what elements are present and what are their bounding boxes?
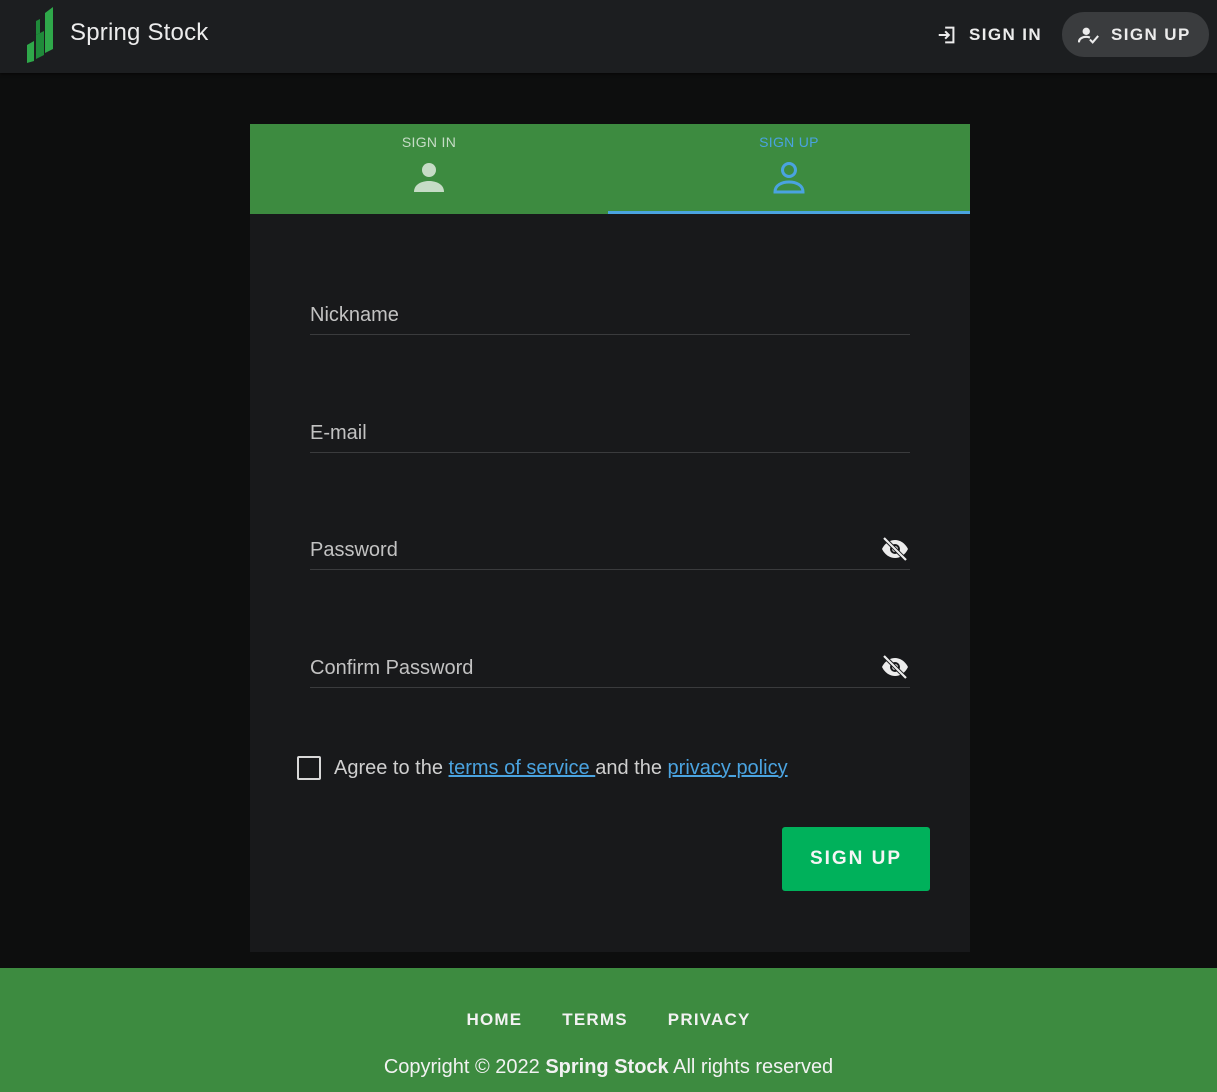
person-outline-icon	[773, 162, 805, 194]
tab-sign-in[interactable]: SIGN IN	[250, 124, 608, 214]
copyright-brand: Spring Stock	[545, 1056, 669, 1078]
active-tab-indicator	[608, 211, 970, 214]
confirm-password-input[interactable]	[310, 644, 870, 686]
eye-off-icon[interactable]	[880, 654, 910, 680]
agree-terms-row: Agree to the terms of service and the pr…	[297, 756, 788, 780]
copyright-prefix: Copyright © 2022	[383, 1056, 546, 1078]
footer-link-home[interactable]: HOME	[466, 1010, 522, 1030]
copyright-suffix: All rights reserved	[668, 1056, 834, 1078]
auth-card: SIGN IN SIGN UP Nickname E-mail Agree to…	[250, 124, 970, 952]
tab-sign-up-label: SIGN UP	[759, 134, 819, 150]
auth-tabs: SIGN IN SIGN UP	[250, 124, 970, 214]
spring-stock-logo-icon[interactable]	[24, 5, 56, 63]
nickname-field	[310, 291, 910, 335]
email-input[interactable]	[310, 409, 870, 451]
footer-links: HOME TERMS PRIVACY	[0, 1010, 1217, 1030]
nickname-input[interactable]	[310, 291, 870, 333]
footer-link-privacy[interactable]: PRIVACY	[668, 1010, 751, 1030]
header-sign-in-button[interactable]: SIGN IN	[930, 12, 1048, 57]
password-input[interactable]	[310, 526, 870, 568]
password-field	[310, 526, 910, 570]
eye-off-icon[interactable]	[880, 536, 910, 562]
top-app-bar: Spring Stock SIGN IN SIGN UP	[0, 0, 1217, 73]
person-filled-icon	[414, 163, 444, 192]
tab-sign-up[interactable]: SIGN UP	[608, 124, 970, 214]
account-check-icon	[1078, 27, 1099, 44]
brand-name[interactable]: Spring Stock	[70, 19, 208, 47]
footer-link-terms[interactable]: TERMS	[562, 1010, 628, 1030]
agree-checkbox[interactable]	[297, 756, 321, 780]
privacy-policy-link[interactable]: privacy policy	[668, 757, 788, 780]
confirm-password-field	[310, 644, 910, 688]
footer: HOME TERMS PRIVACY Copyright © 2022 Spri…	[0, 968, 1217, 1092]
email-field	[310, 409, 910, 453]
agree-prefix-text: Agree to the	[334, 756, 449, 779]
login-icon	[938, 26, 955, 43]
agree-middle-text: and the	[595, 756, 668, 779]
header-sign-up-button[interactable]: SIGN UP	[1062, 12, 1209, 57]
sign-up-submit-button[interactable]: SIGN UP	[782, 827, 930, 891]
header-sign-in-label: SIGN IN	[969, 24, 1043, 44]
tab-sign-in-label: SIGN IN	[401, 134, 457, 150]
header-sign-up-label: SIGN UP	[1111, 24, 1191, 44]
copyright-text: Copyright © 2022 Spring Stock All rights…	[0, 1056, 1217, 1079]
terms-of-service-link[interactable]: terms of service	[449, 757, 596, 780]
